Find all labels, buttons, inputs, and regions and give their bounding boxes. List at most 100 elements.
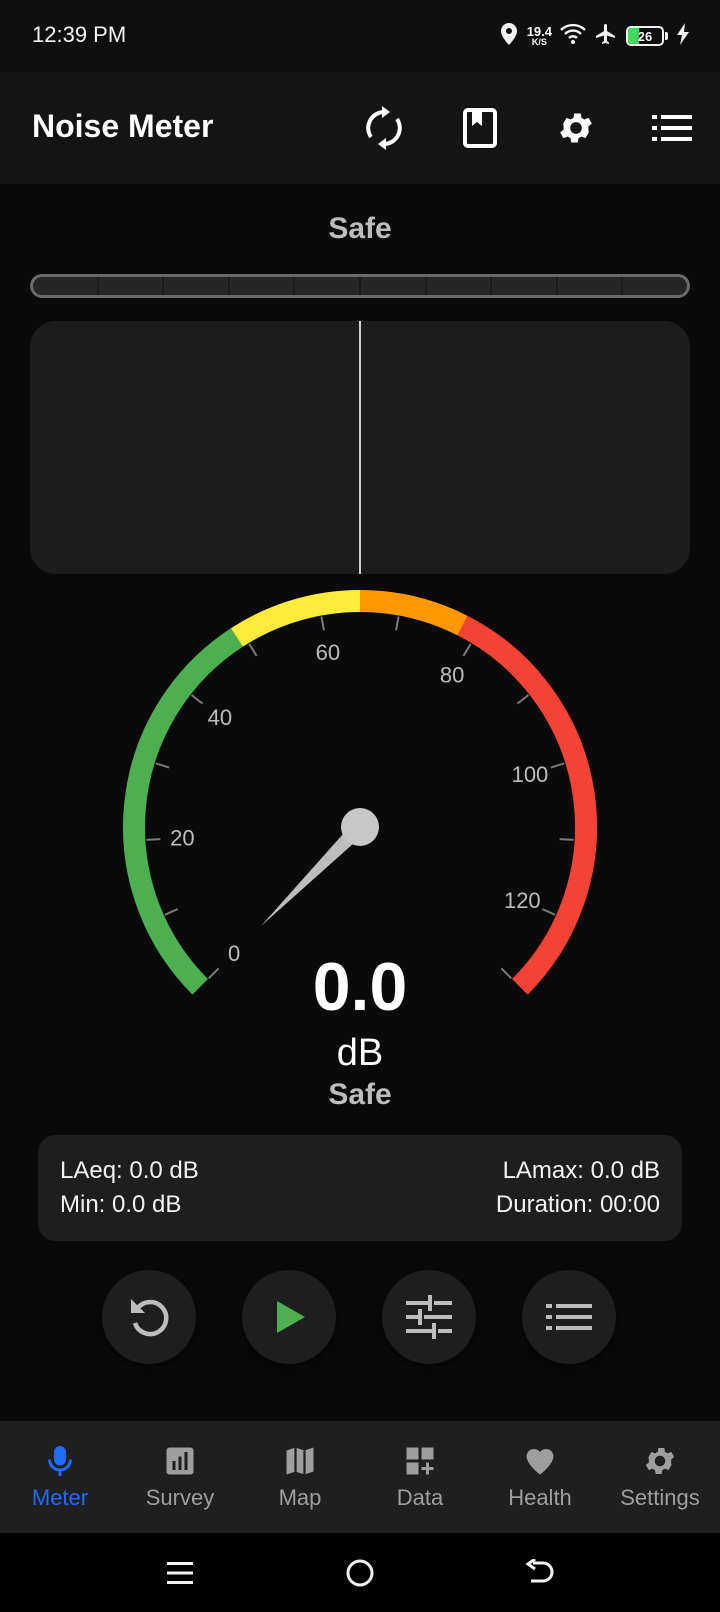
battery-level: 26: [637, 28, 653, 44]
db-value: 0.0: [312, 949, 408, 1025]
wifi-icon: [560, 23, 586, 50]
gauge-tick-label: 80: [440, 663, 464, 688]
gauge-tick-label: 60: [316, 640, 340, 665]
nav-item-meter[interactable]: Meter: [0, 1421, 120, 1533]
min-stat: Min: 0.0 dB: [60, 1191, 182, 1218]
level-segment: [492, 277, 558, 295]
gear-icon: [560, 113, 592, 143]
recent-apps-button[interactable]: [160, 1553, 200, 1593]
battery-icon: 26: [626, 26, 664, 46]
gauge-tick: [550, 762, 565, 769]
charging-icon: [676, 22, 690, 50]
nav-item-map[interactable]: Map: [240, 1421, 360, 1533]
nav-label-data: Data: [396, 1485, 444, 1510]
gauge-tick-label: 20: [170, 826, 194, 851]
reset-icon: [131, 1299, 169, 1337]
refresh-icon: [366, 106, 402, 150]
nav-label-settings: Settings: [620, 1485, 700, 1510]
nav-label-health: Health: [508, 1485, 572, 1510]
db-status: Safe: [328, 1078, 392, 1111]
gauge-zone-moderate: [230, 590, 361, 647]
level-segment: [623, 277, 687, 295]
gauge-tick-label: 120: [504, 888, 541, 913]
gauge-tick: [320, 616, 325, 631]
gear-icon: [645, 1447, 675, 1475]
app-title: Noise Meter: [32, 108, 214, 144]
lamax-stat: LAmax: 0.0 dB: [502, 1157, 660, 1184]
gauge-needle-hub: [341, 808, 379, 846]
sliders-icon: [406, 1295, 452, 1339]
system-nav-bar: [0, 1533, 720, 1612]
gauge-tick: [164, 908, 179, 916]
location-icon: [499, 22, 519, 51]
level-segment: [99, 277, 165, 295]
net-speed: 19.4 K/S: [527, 25, 552, 47]
level-segment: [427, 277, 493, 295]
nav-label-meter: Meter: [31, 1485, 89, 1510]
laeq-stat: LAeq: 0.0 dB: [60, 1157, 199, 1184]
nav-item-survey[interactable]: Survey: [120, 1421, 240, 1533]
gauge-zone-loud: [359, 590, 468, 636]
gauge-tick: [541, 908, 556, 916]
status-icons: 19.4 K/S 26: [499, 18, 690, 54]
waveform-center-line: [359, 321, 361, 574]
waveform-panel: [30, 321, 690, 574]
menu-icon: [167, 1562, 193, 1584]
gauge-tick-label: 40: [208, 705, 232, 730]
refresh-button[interactable]: [356, 100, 412, 156]
settings-button[interactable]: [548, 100, 604, 156]
bookmark-icon: [463, 108, 497, 148]
nav-label-map: Map: [278, 1485, 322, 1510]
log-list-button[interactable]: [522, 1270, 616, 1364]
status-bar: 12:39 PM 19.4 K/S 26: [0, 0, 720, 72]
back-icon: [525, 1559, 554, 1583]
gauge-tick: [395, 616, 400, 631]
airplane-icon: [594, 22, 618, 51]
nav-item-settings[interactable]: Settings: [600, 1421, 720, 1533]
play-icon: [277, 1301, 305, 1333]
nav-item-health[interactable]: Health: [480, 1421, 600, 1533]
gauge-tick-label: 100: [512, 762, 549, 787]
list-button[interactable]: [644, 100, 700, 156]
gauge-tick: [462, 643, 472, 657]
heart-icon: [526, 1448, 554, 1475]
gauge-tick: [155, 762, 170, 769]
list-icon: [546, 1304, 592, 1330]
dashboard-add-icon: [406, 1447, 434, 1475]
home-button[interactable]: [340, 1553, 380, 1593]
home-circle-icon: [346, 1559, 374, 1587]
level-segment: [230, 277, 296, 295]
nav-label-survey: Survey: [145, 1485, 215, 1510]
duration-stat: Duration: 00:00: [495, 1191, 660, 1218]
bottom-nav: Meter Survey Map Data Health Settings: [0, 1421, 720, 1533]
gauge-tick: [516, 694, 530, 705]
level-segment: [164, 277, 230, 295]
gauge-tick: [559, 838, 574, 841]
db-unit: dB: [336, 1032, 384, 1074]
app-bar: Noise Meter: [0, 72, 720, 184]
gauge-tick: [190, 694, 204, 705]
gauge-tick: [146, 838, 161, 841]
filter-button[interactable]: [382, 1270, 476, 1364]
level-bar: [30, 274, 690, 298]
nav-item-data[interactable]: Data: [360, 1421, 480, 1533]
mic-icon: [48, 1446, 72, 1476]
level-segment: [558, 277, 624, 295]
level-segment: [33, 277, 99, 295]
gauge-tick: [248, 643, 258, 657]
level-segment: [295, 277, 361, 295]
gauge-zone-safe: [123, 628, 243, 995]
status-time: 12:39 PM: [32, 22, 127, 47]
control-buttons: [0, 1270, 720, 1366]
level-label: Safe: [328, 212, 392, 245]
chart-icon: [166, 1447, 194, 1475]
battery-tip: [665, 32, 668, 40]
bookmark-button[interactable]: [452, 100, 508, 156]
stats-card: LAeq: 0.0 dB Min: 0.0 dB LAmax: 0.0 dB D…: [38, 1135, 682, 1241]
map-icon: [286, 1447, 314, 1475]
reset-button[interactable]: [102, 1270, 196, 1364]
list-icon: [652, 115, 692, 141]
play-button[interactable]: [242, 1270, 336, 1364]
gauge-zone-danger: [457, 615, 597, 995]
back-button[interactable]: [520, 1553, 560, 1593]
